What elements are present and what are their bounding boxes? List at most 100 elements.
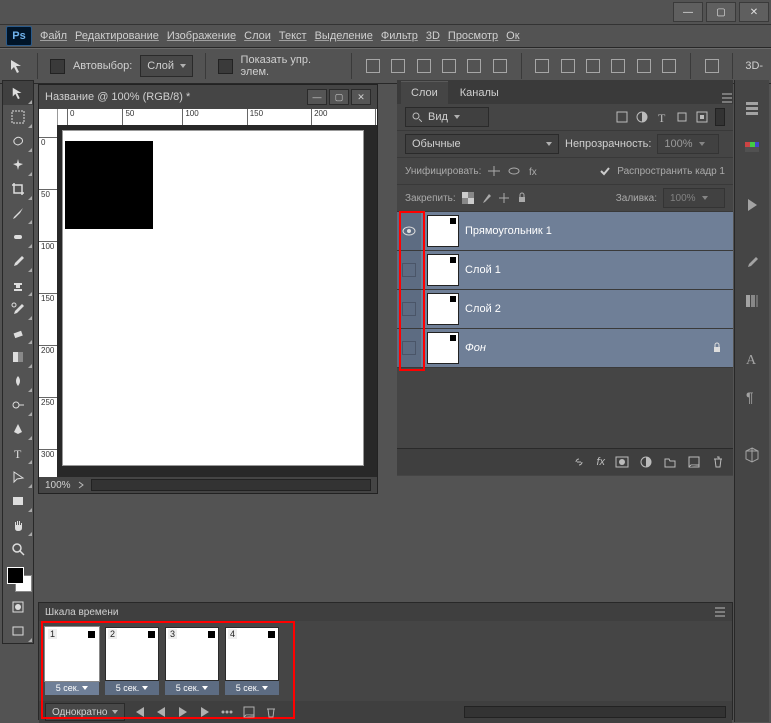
align-left-icon[interactable] [440,57,457,75]
dodge-tool[interactable] [3,393,33,417]
marquee-tool[interactable] [3,105,33,129]
propagate-checkbox[interactable] [599,165,611,177]
dist-right-icon[interactable] [661,57,678,75]
show-controls-checkbox[interactable] [218,59,233,74]
hand-tool[interactable] [3,513,33,537]
frame-delay-select[interactable]: 5 сек. [225,681,279,695]
window-minimize-button[interactable]: — [673,2,703,22]
layer-name[interactable]: Слой 2 [465,303,501,315]
layer-visibility-toggle[interactable] [397,251,421,289]
unify-style-icon[interactable]: fx [527,165,541,177]
filter-smart-icon[interactable] [695,110,709,124]
menu-edit[interactable]: Редактирование [75,30,159,42]
tween-button[interactable] [219,705,235,719]
lock-pixels-icon[interactable] [480,192,492,204]
panel-menu-icon[interactable] [721,92,733,104]
timeline-frame[interactable]: 2 5 сек. [105,627,159,695]
crop-tool[interactable] [3,177,33,201]
frame-thumbnail[interactable]: 1 [45,627,99,681]
history-brush-tool[interactable] [3,297,33,321]
align-vcenter-icon[interactable] [390,57,407,75]
tab-layers[interactable]: Слои [401,81,448,104]
timeline-frame[interactable]: 3 5 сек. [165,627,219,695]
current-tool-icon[interactable] [8,57,25,75]
timeline-frame[interactable]: 1 5 сек. [45,627,99,695]
dist-hcenter-icon[interactable] [635,57,652,75]
panel-menu-icon[interactable] [714,606,726,618]
frame-thumbnail[interactable]: 2 [105,627,159,681]
wand-tool[interactable] [3,153,33,177]
menu-view[interactable]: Просмотр [448,30,498,42]
adjustment-layer-icon[interactable] [639,455,653,469]
filter-adjust-icon[interactable] [635,110,649,124]
next-frame-button[interactable] [197,705,213,719]
align-right-icon[interactable] [491,57,508,75]
filter-pixels-icon[interactable] [615,110,629,124]
link-layers-icon[interactable] [572,455,586,469]
canvas-viewport[interactable] [57,125,377,477]
layer-visibility-toggle[interactable] [397,290,421,328]
layer-row[interactable]: Прямоугольник 1 [397,212,733,251]
align-hcenter-icon[interactable] [466,57,483,75]
filter-toggle[interactable] [715,108,725,126]
frame-thumbnail[interactable]: 4 [225,627,279,681]
layer-thumbnail[interactable] [427,215,459,247]
dock-character-icon[interactable]: A [735,340,769,378]
frame-thumbnail[interactable]: 3 [165,627,219,681]
frame-delay-select[interactable]: 5 сек. [165,681,219,695]
menu-text[interactable]: Текст [279,30,307,42]
frame-delay-select[interactable]: 5 сек. [45,681,99,695]
dock-3d-icon[interactable] [735,436,769,474]
zoom-level[interactable]: 100% [45,480,71,491]
auto-select-target[interactable]: Слой [140,55,193,77]
menu-select[interactable]: Выделение [315,30,373,42]
blur-tool[interactable] [3,369,33,393]
loop-mode-select[interactable]: Однократно [45,703,125,721]
dock-paragraph-icon[interactable]: ¶ [735,378,769,416]
eyedropper-tool[interactable] [3,201,33,225]
path-select-tool[interactable] [3,465,33,489]
dock-brushpreset-icon[interactable] [735,282,769,320]
lock-transparent-icon[interactable] [462,192,474,204]
dist-top-icon[interactable] [534,57,551,75]
arrange-icon[interactable] [703,57,720,75]
prev-frame-button[interactable] [153,705,169,719]
eraser-tool[interactable] [3,321,33,345]
layer-thumbnail[interactable] [427,293,459,325]
fill-field[interactable]: 100% [663,188,725,208]
dist-vcenter-icon[interactable] [559,57,576,75]
filter-kind-select[interactable]: Вид [405,107,489,127]
dist-bottom-icon[interactable] [584,57,601,75]
doc-close-button[interactable]: ✕ [351,89,371,105]
chevron-right-icon[interactable] [77,481,85,489]
foreground-color[interactable] [7,567,24,584]
delete-layer-icon[interactable] [711,455,725,469]
doc-maximize-button[interactable]: ▢ [329,89,349,105]
layer-visibility-toggle[interactable] [397,329,421,367]
first-frame-button[interactable] [131,705,147,719]
zoom-tool[interactable] [3,537,33,561]
timeline-scrollbar[interactable] [464,706,726,718]
align-bottom-icon[interactable] [415,57,432,75]
shape-tool[interactable] [3,489,33,513]
new-frame-button[interactable] [241,705,257,719]
menu-file[interactable]: Файл [40,30,67,42]
dock-play-icon[interactable] [735,186,769,224]
lasso-tool[interactable] [3,129,33,153]
layer-group-icon[interactable] [663,455,677,469]
dist-left-icon[interactable] [610,57,627,75]
move-tool[interactable] [3,81,33,105]
quick-mask-toggle[interactable] [3,595,33,619]
menu-window[interactable]: Ок [506,30,519,42]
type-tool[interactable]: T [3,441,33,465]
filter-type-icon[interactable]: T [655,110,669,124]
layer-fx-icon[interactable]: fx [596,456,605,468]
layer-name[interactable]: Фон [465,342,486,354]
layer-thumbnail[interactable] [427,254,459,286]
gradient-tool[interactable] [3,345,33,369]
screen-mode-toggle[interactable] [3,619,33,643]
dock-history-icon[interactable] [735,90,769,128]
new-layer-icon[interactable] [687,455,701,469]
auto-select-checkbox[interactable] [50,59,65,74]
black-rectangle-shape[interactable] [65,141,153,229]
